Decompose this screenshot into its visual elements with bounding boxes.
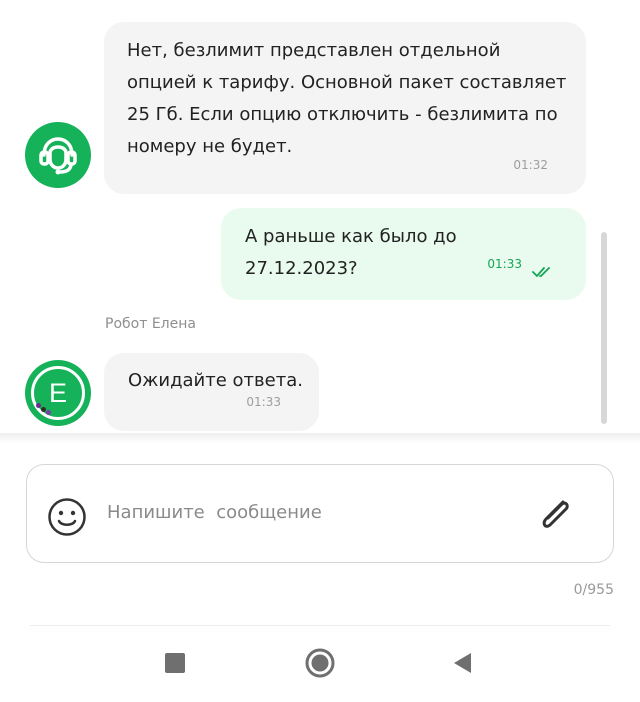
- message-text-line: опцией к тарифу. Основной пакет составля…: [127, 72, 567, 93]
- circle-icon[interactable]: [305, 648, 335, 678]
- message-list[interactable]: Нет, безлимит представлен отдельной опци…: [0, 0, 640, 433]
- chat-screen: Нет, безлимит представлен отдельной опци…: [0, 0, 640, 702]
- message-time: 01:33: [487, 257, 522, 271]
- message-text-line: Нет, безлимит представлен отдельной: [127, 40, 501, 61]
- message-bubble-incoming[interactable]: Ожидайте ответа. 01:33: [104, 353, 319, 431]
- composer-divider: [0, 433, 640, 443]
- message-time: 01:32: [513, 158, 548, 172]
- robot-avatar: E: [25, 360, 91, 426]
- double-check-icon: [532, 267, 550, 277]
- sender-name: Робот Елена: [105, 316, 196, 332]
- operator-avatar: [25, 122, 91, 188]
- message-bubble-incoming[interactable]: Нет, безлимит представлен отдельной опци…: [104, 22, 586, 194]
- message-time: 01:33: [246, 395, 281, 409]
- square-icon[interactable]: [165, 653, 185, 673]
- scrollbar[interactable]: [601, 232, 607, 424]
- brand-dots-icon: [36, 403, 52, 415]
- message-input[interactable]: [105, 493, 509, 531]
- paperclip-icon[interactable]: [533, 493, 577, 537]
- navbar-divider: [30, 625, 610, 626]
- message-composer: [26, 464, 614, 563]
- smiley-icon[interactable]: [47, 497, 87, 537]
- char-counter: 0/955: [573, 582, 614, 598]
- message-text-line: номеру не будет.: [127, 136, 293, 157]
- triangle-back-icon[interactable]: [452, 652, 472, 674]
- operator-headset-icon: [39, 137, 77, 175]
- avatar-letter: E: [48, 378, 67, 408]
- message-bubble-outgoing[interactable]: А раньше как было до 27.12.2023? 01:33: [221, 208, 586, 300]
- message-text-line: 25 Гб. Если опцию отключить - безлимита …: [127, 104, 558, 125]
